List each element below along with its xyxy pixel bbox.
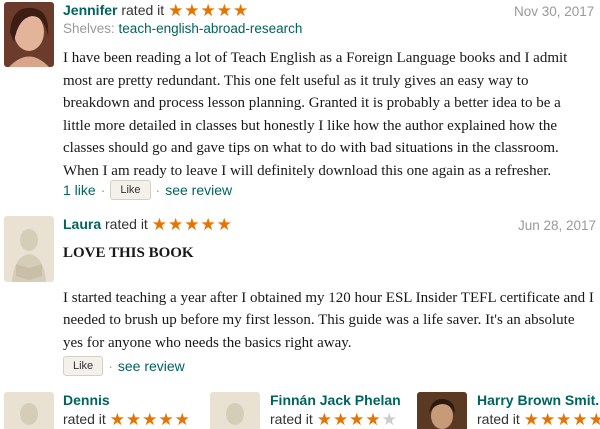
- rating-stars: ★★★★★: [109, 410, 191, 429]
- friend-name-link[interactable]: Harry Brown Smit...: [477, 392, 600, 408]
- separator: ·: [155, 182, 161, 198]
- default-user-icon: [4, 392, 54, 429]
- review-actions-laura: Like · see review: [63, 356, 185, 376]
- review-date[interactable]: Jun 28, 2017: [518, 218, 596, 233]
- separator: ·: [108, 358, 113, 374]
- review-header-laura: Laura rated it ★★★★★: [63, 215, 233, 235]
- user-photo-icon: [4, 2, 54, 67]
- friend-name-link[interactable]: Finnán Jack Phelan: [270, 392, 401, 408]
- review-paragraph: I started teaching a year after I obtain…: [63, 289, 594, 351]
- filled-stars: ★★★★: [316, 410, 382, 429]
- review-heading-text: LOVE THIS BOOK: [63, 245, 194, 261]
- rated-text: rated it: [270, 411, 313, 427]
- username-link[interactable]: Jennifer: [63, 2, 117, 18]
- rated-text: rated it: [63, 411, 106, 427]
- empty-stars: ★: [381, 410, 398, 429]
- shelves-label: Shelves:: [63, 21, 115, 36]
- default-user-icon: [4, 216, 54, 282]
- avatar-jennifer[interactable]: [4, 2, 54, 67]
- see-review-link[interactable]: see review: [118, 358, 185, 374]
- avatar-harry[interactable]: [417, 392, 467, 429]
- rated-text: rated it: [105, 216, 148, 232]
- rating-stars: ★★★★★: [317, 410, 398, 429]
- friend-rating-harry: Harry Brown Smit... rated it ★★★★★: [477, 392, 600, 429]
- user-photo-icon: [417, 392, 467, 429]
- like-button[interactable]: Like: [110, 180, 151, 200]
- rated-text: rated it: [477, 411, 520, 427]
- rated-text: rated it: [121, 2, 165, 18]
- review-actions-jennifer: 1 like · Like · see review: [63, 180, 232, 200]
- friend-rating-dennis: Dennis rated it ★★★★★: [63, 392, 191, 429]
- friend-rated: rated it ★★★★★: [270, 410, 401, 429]
- username-link[interactable]: Laura: [63, 216, 101, 232]
- friend-rated: rated it ★★★★★: [63, 410, 191, 429]
- separator: ·: [100, 182, 106, 198]
- review-heading: LOVE THIS BOOK: [63, 242, 595, 265]
- review-date[interactable]: Nov 30, 2017: [514, 4, 594, 19]
- avatar-finnan[interactable]: [210, 392, 260, 429]
- friend-rating-finnan: Finnán Jack Phelan rated it ★★★★★: [270, 392, 401, 429]
- review-paragraph: I have been reading a lot of Teach Engli…: [63, 50, 568, 179]
- likes-count-link[interactable]: 1 like: [63, 182, 96, 198]
- avatar-dennis[interactable]: [4, 392, 54, 429]
- see-review-link[interactable]: see review: [165, 182, 232, 198]
- rating-stars: ★★★★★: [523, 410, 600, 429]
- review-header-jennifer: Jennifer rated it ★★★★★: [63, 1, 249, 21]
- rating-stars: ★★★★★: [168, 1, 250, 20]
- default-user-icon: [210, 392, 260, 429]
- friend-name-link[interactable]: Dennis: [63, 392, 191, 408]
- avatar-laura[interactable]: [4, 216, 54, 282]
- like-button[interactable]: Like: [63, 356, 104, 376]
- shelf-link[interactable]: teach-english-abroad-research: [119, 21, 303, 36]
- rating-stars: ★★★★★: [151, 215, 233, 234]
- shelves-line: Shelves: teach-english-abroad-research: [63, 21, 302, 36]
- friend-rated: rated it ★★★★★: [477, 410, 600, 429]
